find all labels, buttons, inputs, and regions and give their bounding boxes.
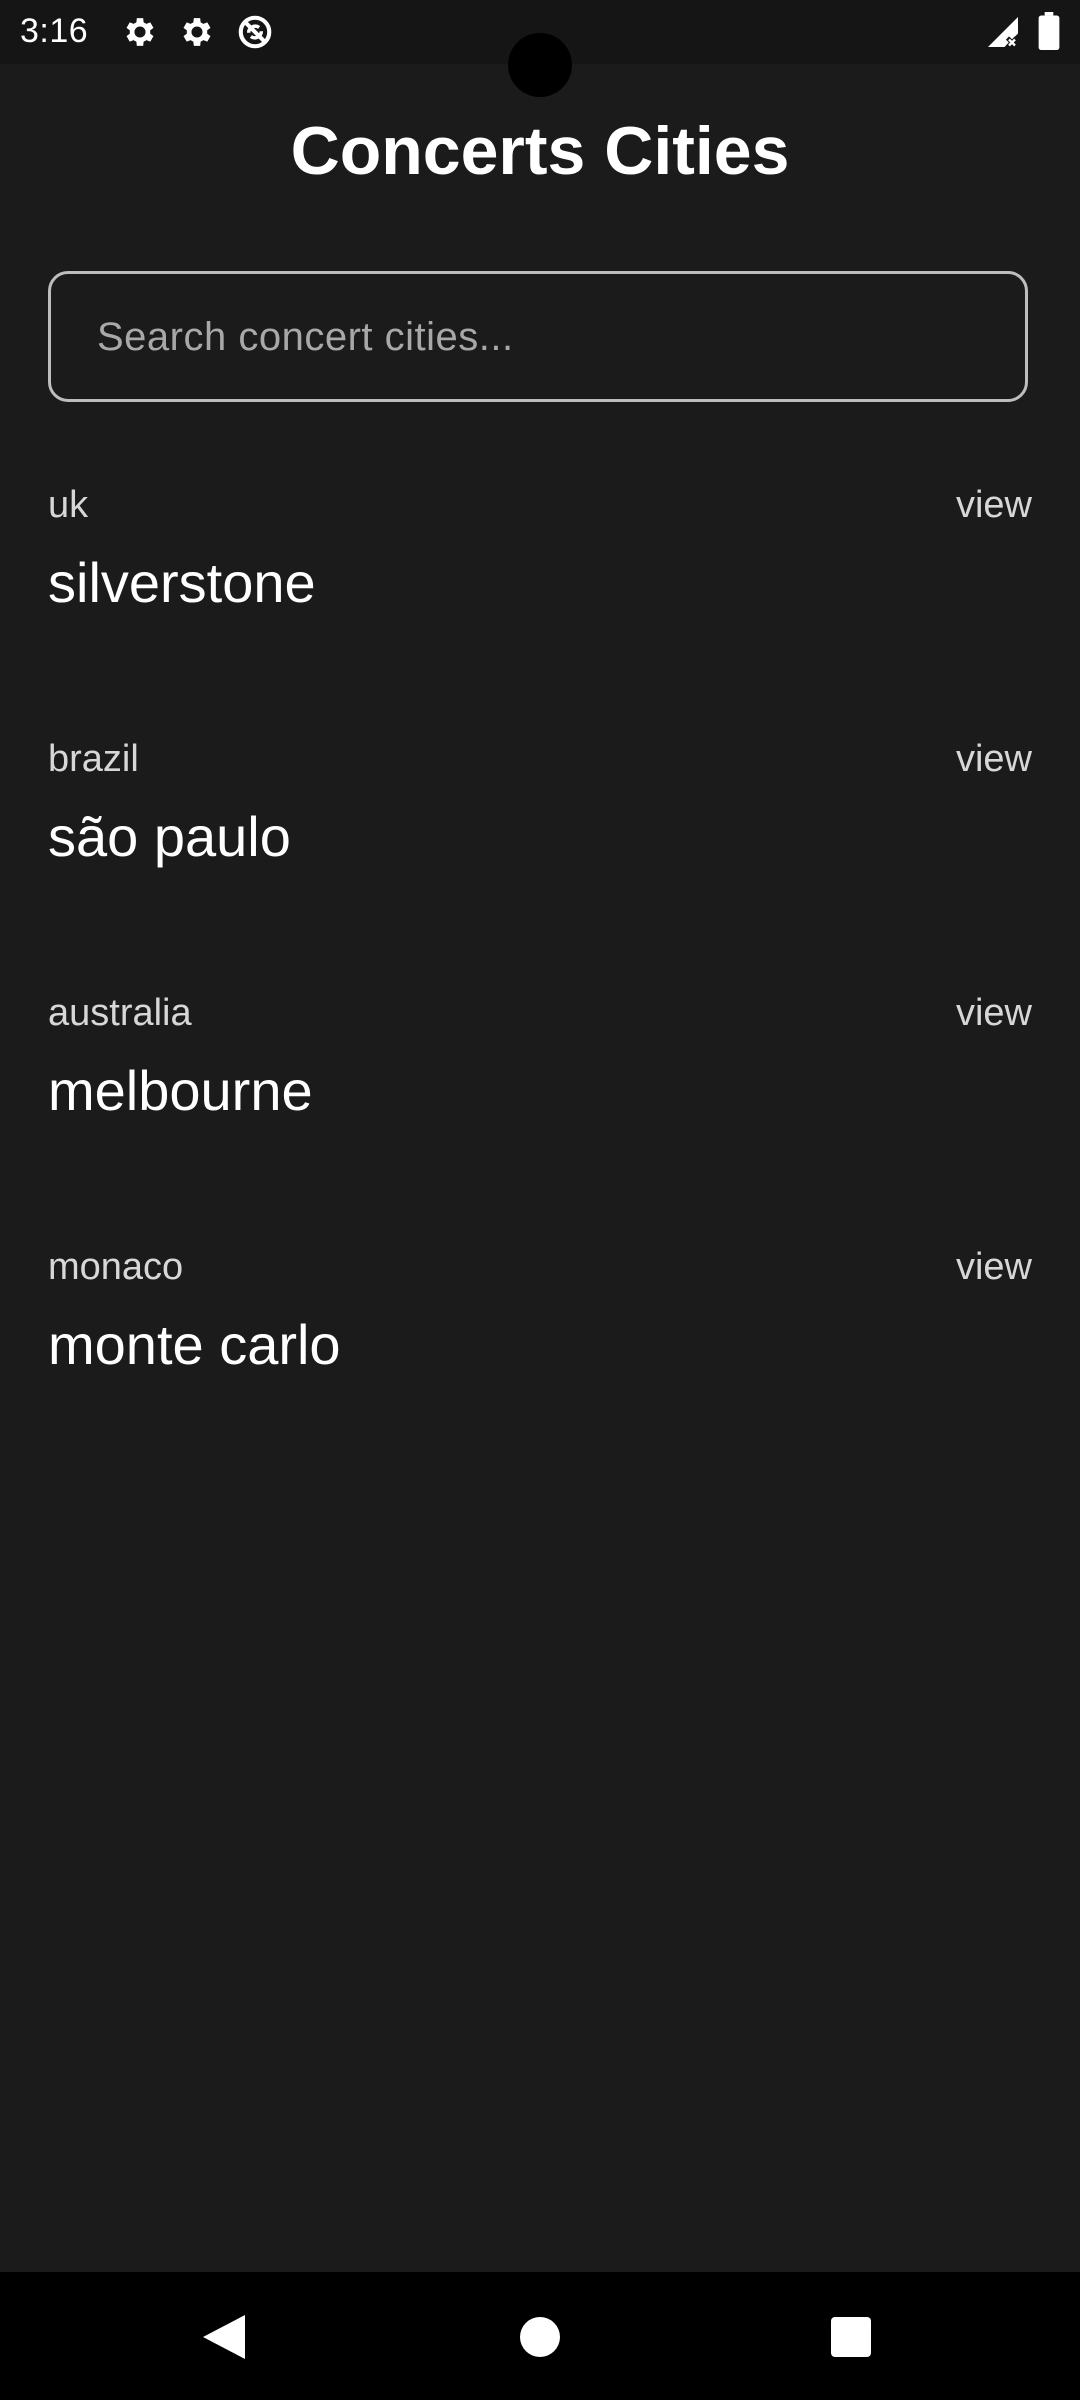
recents-icon[interactable] <box>831 2317 871 2357</box>
signal-icon <box>988 17 1019 49</box>
list-item[interactable]: monaco view monte carlo <box>48 1246 1032 1426</box>
back-icon[interactable] <box>203 2315 245 2359</box>
country-label: uk <box>48 484 89 526</box>
list-item[interactable]: uk view silverstone <box>48 484 1032 664</box>
app-screen: 3:16 Concerts Cities uk view silv <box>0 0 1080 2272</box>
city-name: silverstone <box>48 551 316 614</box>
home-icon[interactable] <box>520 2317 560 2357</box>
search-input[interactable] <box>95 274 999 401</box>
country-label: brazil <box>48 738 139 780</box>
view-link[interactable]: view <box>956 1246 1032 1289</box>
view-link[interactable]: view <box>956 992 1032 1035</box>
navigation-bar <box>0 2272 1080 2400</box>
city-name: são paulo <box>48 805 291 868</box>
country-label: monaco <box>48 1246 184 1288</box>
no-sync-icon <box>238 15 272 49</box>
view-link[interactable]: view <box>956 738 1032 781</box>
view-link[interactable]: view <box>956 484 1032 527</box>
status-time: 3:16 <box>20 12 89 50</box>
gear-icon <box>183 18 211 46</box>
list-item[interactable]: australia view melbourne <box>48 992 1032 1172</box>
battery-icon <box>1038 12 1060 50</box>
gear-icon <box>126 18 154 46</box>
list-item[interactable]: brazil view são paulo <box>48 738 1032 918</box>
city-name: monte carlo <box>48 1313 341 1376</box>
search-box[interactable] <box>48 271 1028 402</box>
country-label: australia <box>48 992 192 1034</box>
camera-cutout <box>508 33 572 97</box>
page-title: Concerts Cities <box>290 113 790 189</box>
city-name: melbourne <box>48 1059 313 1122</box>
